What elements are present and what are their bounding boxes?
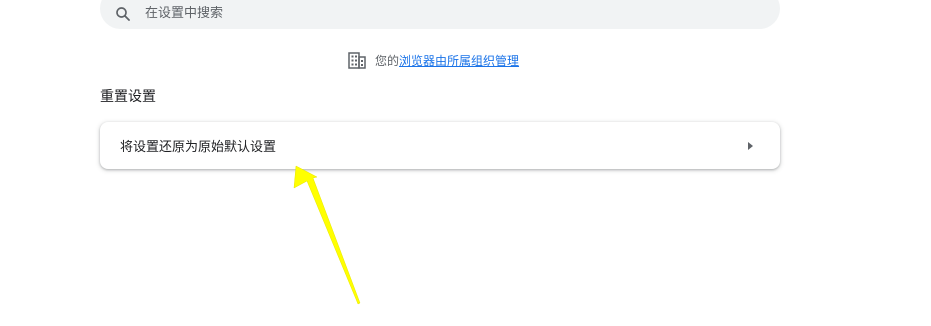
search-icon — [114, 5, 132, 23]
managed-notice-prefix: 您的 — [375, 53, 400, 68]
settings-page: 您的 浏览器由所属组织管理 重置设置 将设置还原为原始默认设置 — [0, 0, 931, 326]
search-input[interactable] — [145, 6, 705, 21]
search-bar[interactable] — [100, 0, 780, 29]
reset-settings-card: 将设置还原为原始默认设置 — [100, 122, 780, 169]
section-title-reset: 重置设置 — [100, 89, 156, 105]
managed-notice: 您的 浏览器由所属组织管理 — [348, 50, 519, 70]
managed-notice-link[interactable]: 浏览器由所属组织管理 — [399, 52, 519, 69]
arrow-right-icon — [740, 136, 760, 156]
restore-defaults-label: 将设置还原为原始默认设置 — [120, 140, 277, 155]
yellow-arrow-shape — [293, 165, 361, 305]
restore-defaults-row[interactable]: 将设置还原为原始默认设置 — [100, 122, 780, 169]
building-icon — [348, 51, 366, 69]
